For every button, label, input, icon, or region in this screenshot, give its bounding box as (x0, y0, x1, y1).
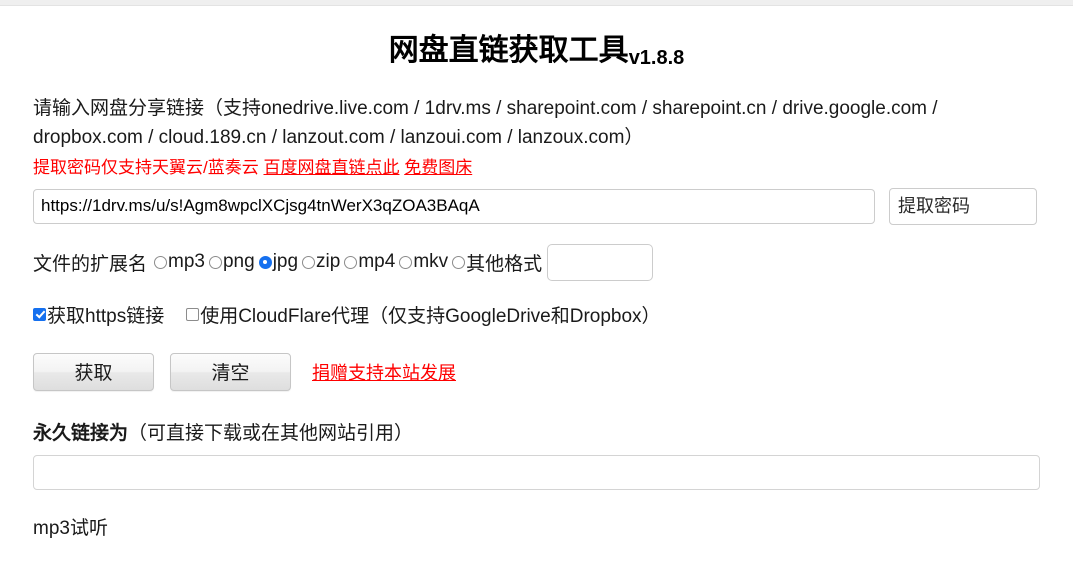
radio-label-other: 其他格式 (466, 253, 543, 275)
radio-label-mp4: mp4 (358, 251, 396, 273)
radio-option-png[interactable]: png (208, 251, 255, 273)
checkbox-unchecked-icon (186, 307, 200, 321)
options-row: 获取https链接 使用CloudFlare代理（仅支持GoogleDrive和… (33, 301, 1040, 328)
checkbox-checked-icon (33, 307, 46, 321)
description-block: 请输入网盘分享链接（支持onedrive.live.com / 1drv.ms … (33, 94, 1040, 153)
radio-circle-icon (344, 255, 358, 269)
clear-button[interactable]: 清空 (170, 352, 291, 391)
radio-option-other[interactable]: 其他格式 (452, 249, 542, 276)
description-line-2: dropbox.com / cloud.189.cn / lanzout.com… (33, 127, 644, 149)
radio-circle-icon (208, 255, 222, 269)
result-heading: 永久链接为（可直接下载或在其他网站引用） (33, 418, 1040, 445)
result-heading-note: （可直接下载或在其他网站引用） (128, 422, 414, 444)
checkbox-cloudflare-label: 使用CloudFlare代理（仅支持GoogleDrive和Dropbox） (200, 305, 661, 327)
radio-circle-selected-icon (258, 255, 272, 269)
result-heading-strong: 永久链接为 (33, 422, 129, 444)
radio-label-mp3: mp3 (168, 251, 205, 273)
radio-circle-icon (452, 255, 466, 269)
share-link-row (33, 187, 1040, 225)
extract-password-input[interactable] (889, 187, 1037, 225)
notice-row: 提取密码仅支持天翼云/蓝奏云 百度网盘直链点此 免费图床 (33, 157, 1040, 179)
checkbox-https-label: 获取https链接 (47, 305, 165, 327)
action-buttons-row: 获取 清空 捐赠支持本站发展 (33, 352, 1040, 391)
radio-option-mkv[interactable]: mkv (399, 251, 448, 273)
browser-top-bar (0, 0, 1073, 6)
radio-option-mp3[interactable]: mp3 (154, 251, 205, 273)
radio-option-mp4[interactable]: mp4 (344, 251, 395, 273)
radio-label-zip: zip (316, 251, 341, 273)
radio-label-jpg: jpg (272, 251, 299, 273)
page-title: 网盘直链获取工具v1.8.8 (0, 34, 1073, 69)
donate-link[interactable]: 捐赠支持本站发展 (312, 359, 456, 385)
share-link-input[interactable] (33, 188, 875, 224)
notice-text: 提取密码仅支持天翼云/蓝奏云 (33, 157, 259, 177)
file-extension-row: 文件的扩展名 mp3 png jpg zip mp4 mkv 其他格式 (33, 243, 1040, 281)
baidu-direct-link[interactable]: 百度网盘直链点此 (263, 158, 399, 177)
checkbox-https-link[interactable]: 获取https链接 (33, 301, 164, 328)
radio-label-mkv: mkv (413, 251, 449, 273)
radio-circle-icon (399, 255, 413, 269)
mp3-preview-label: mp3试听 (33, 517, 108, 539)
version-label: v1.8.8 (628, 47, 685, 69)
description-line-1: 请输入网盘分享链接（支持onedrive.live.com / 1drv.ms … (33, 98, 938, 119)
custom-extension-input[interactable] (547, 243, 654, 281)
free-image-host-link[interactable]: 免费图床 (404, 158, 472, 177)
page-container: 网盘直链获取工具v1.8.8 请输入网盘分享链接（支持onedrive.live… (0, 36, 1073, 540)
permanent-link-output[interactable] (33, 454, 1040, 490)
file-extension-label: 文件的扩展名 (33, 253, 148, 275)
radio-circle-icon (302, 255, 316, 269)
radio-option-zip[interactable]: zip (302, 251, 340, 273)
radio-circle-icon (154, 255, 168, 269)
page-title-text: 网盘直链获取工具 (388, 34, 629, 67)
radio-label-png: png (222, 251, 255, 273)
radio-option-jpg[interactable]: jpg (258, 251, 299, 273)
checkbox-cloudflare-proxy[interactable]: 使用CloudFlare代理（仅支持GoogleDrive和Dropbox） (186, 301, 661, 328)
main-content: 请输入网盘分享链接（支持onedrive.live.com / 1drv.ms … (0, 94, 1073, 540)
get-link-button[interactable]: 获取 (33, 352, 154, 391)
